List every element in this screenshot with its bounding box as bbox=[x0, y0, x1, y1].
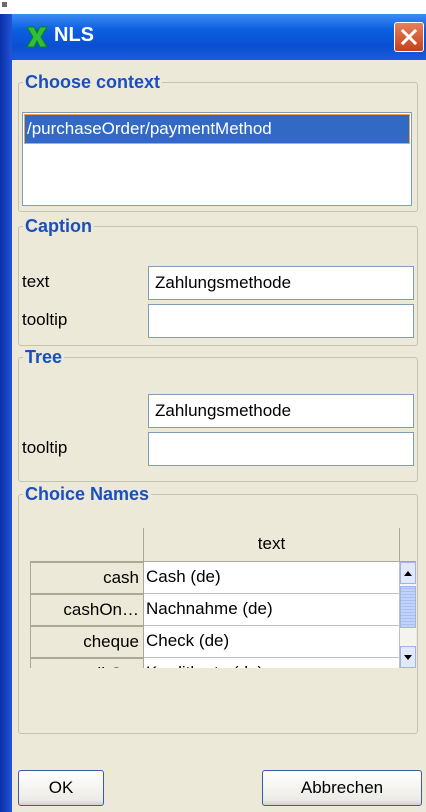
choose-context-legend: Choose context bbox=[25, 72, 161, 92]
tree-text-input[interactable]: Zahlungsmethode bbox=[148, 394, 414, 428]
desktop-background-strip bbox=[0, 0, 12, 812]
column-header-text[interactable]: text bbox=[144, 528, 400, 562]
close-button[interactable] bbox=[394, 22, 424, 52]
nls-dialog: NLS Choose context /purchaseOrder/paymen… bbox=[12, 14, 426, 812]
table-cell[interactable]: Check (de) bbox=[144, 626, 400, 658]
close-icon bbox=[401, 29, 417, 45]
scroll-up-button[interactable] bbox=[400, 562, 416, 584]
tree-legend: Tree bbox=[25, 347, 63, 367]
row-header[interactable]: creditC… bbox=[30, 658, 144, 668]
tree-tooltip-label: tooltip bbox=[22, 438, 68, 457]
cancel-button[interactable]: Abbrechen bbox=[262, 770, 422, 806]
arrow-down-icon bbox=[404, 655, 412, 660]
caption-text-label: text bbox=[22, 272, 50, 291]
caption-tooltip-label: tooltip bbox=[22, 310, 68, 329]
context-list[interactable]: /purchaseOrder/paymentMethod bbox=[22, 112, 412, 206]
scroll-thumb[interactable] bbox=[400, 586, 416, 628]
edge-marker bbox=[2, 2, 7, 7]
row-header[interactable]: cashOn… bbox=[30, 594, 144, 626]
window-title: NLS bbox=[54, 24, 94, 46]
table-cell[interactable]: Cash (de) bbox=[144, 562, 400, 594]
vertical-scrollbar[interactable] bbox=[400, 562, 416, 668]
header-filler bbox=[400, 528, 416, 562]
caption-tooltip-input[interactable] bbox=[148, 304, 414, 338]
app-x-icon bbox=[26, 26, 48, 48]
choice-names-table: text cash Cash (de) cashOn… Nachnahme (d… bbox=[30, 528, 416, 668]
ok-button[interactable]: OK bbox=[18, 770, 104, 806]
row-header[interactable]: cash bbox=[30, 562, 144, 594]
title-bar[interactable]: NLS bbox=[12, 14, 426, 60]
choice-names-legend: Choice Names bbox=[25, 484, 150, 504]
caption-legend: Caption bbox=[25, 216, 92, 236]
context-list-item[interactable]: /purchaseOrder/paymentMethod bbox=[24, 114, 410, 144]
arrow-up-icon bbox=[404, 571, 412, 576]
table-corner bbox=[30, 528, 144, 562]
table-cell[interactable]: Nachnahme (de) bbox=[144, 594, 400, 626]
tree-tooltip-input[interactable] bbox=[148, 432, 414, 466]
top-edge bbox=[0, 0, 426, 14]
row-header[interactable]: cheque bbox=[30, 626, 144, 658]
caption-text-input[interactable]: Zahlungsmethode bbox=[148, 266, 414, 300]
scroll-down-button[interactable] bbox=[400, 646, 416, 668]
table-cell[interactable]: Kreditkarte (de) bbox=[144, 658, 400, 668]
